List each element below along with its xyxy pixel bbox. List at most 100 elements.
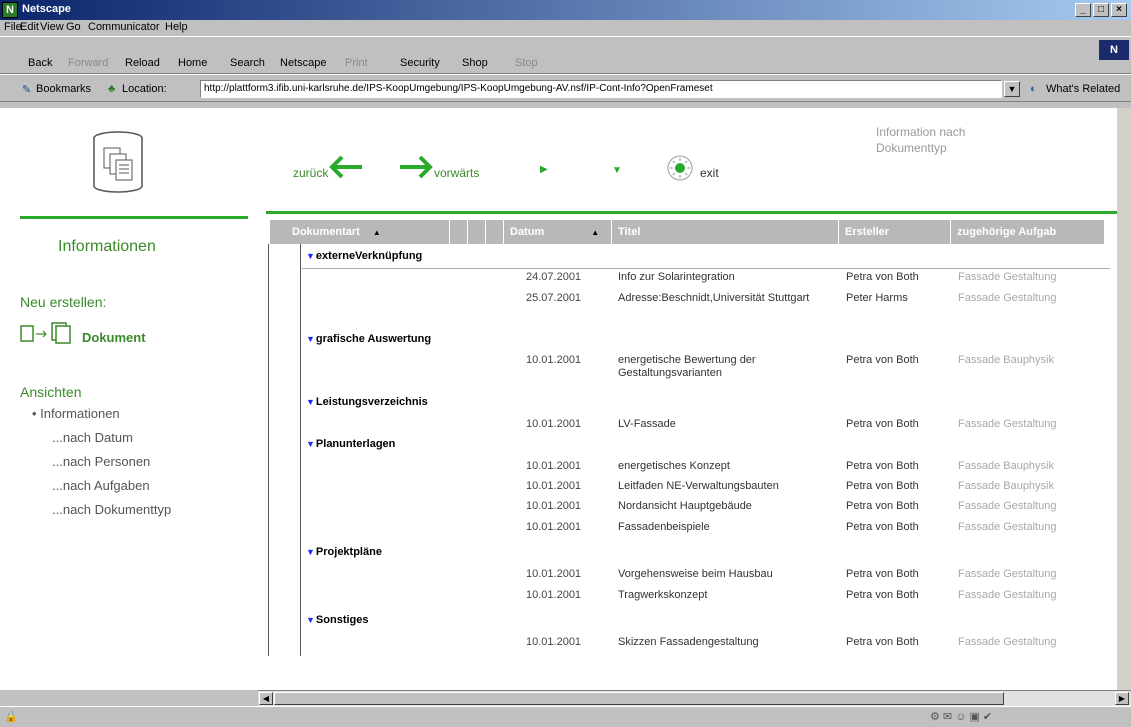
expand-triangle-icon[interactable]: ▼ bbox=[306, 615, 315, 625]
menu-go[interactable]: Go bbox=[66, 21, 81, 33]
cell-author: Peter Harms bbox=[846, 292, 908, 304]
minimize-icon[interactable]: _ bbox=[1075, 3, 1091, 17]
col-header-aufgabe[interactable]: zugehörige Aufgab bbox=[951, 220, 1105, 244]
cell-author: Petra von Both bbox=[846, 521, 919, 533]
menu-bar: File Edit View Go Communicator Help bbox=[0, 20, 1131, 36]
cell-task: Fassade Gestaltung bbox=[958, 418, 1057, 430]
stop-button[interactable]: Stop bbox=[515, 57, 538, 69]
security-button[interactable]: Security bbox=[400, 57, 440, 69]
forward-link[interactable]: vorwärts bbox=[434, 166, 479, 180]
group-header[interactable]: ▼Sonstiges bbox=[306, 614, 369, 626]
view-nach-dokumenttyp[interactable]: ...nach Dokumenttyp bbox=[52, 502, 171, 517]
col-header-ersteller[interactable]: Ersteller bbox=[839, 220, 951, 244]
bookmarks-button[interactable]: Bookmarks bbox=[36, 83, 91, 95]
sidebar-ansichten: Ansichten bbox=[20, 384, 82, 400]
view-nach-datum[interactable]: ...nach Datum bbox=[52, 430, 133, 445]
view-nach-personen[interactable]: ...nach Personen bbox=[52, 454, 150, 469]
expand-triangle-icon[interactable]: ▼ bbox=[306, 251, 315, 261]
col-header-datum[interactable]: Datum ▲ bbox=[504, 220, 612, 244]
maximize-icon[interactable]: □ bbox=[1093, 3, 1109, 17]
group-header[interactable]: ▼externeVerknüpfung bbox=[306, 250, 422, 262]
print-button[interactable]: Print bbox=[345, 57, 368, 69]
scroll-thumb[interactable] bbox=[274, 692, 1004, 705]
group-name: Sonstiges bbox=[315, 614, 369, 626]
shop-button[interactable]: Shop bbox=[462, 57, 488, 69]
expand-triangle-icon[interactable]: ▼ bbox=[306, 334, 315, 344]
netscape-button[interactable]: Netscape bbox=[280, 57, 326, 69]
search-button[interactable]: Search bbox=[230, 57, 265, 69]
status-bar: 🔒 ⚙ ✉ ☺ ▣ ✔ bbox=[0, 706, 1131, 727]
back-arrow-icon[interactable] bbox=[328, 155, 364, 179]
scroll-left-icon[interactable]: ◀ bbox=[259, 692, 273, 705]
col-header-titel[interactable]: Titel bbox=[612, 220, 839, 244]
window-title: Netscape bbox=[22, 3, 71, 15]
group-header[interactable]: ▼Projektpläne bbox=[306, 546, 382, 558]
horizontal-scrollbar[interactable]: ◀ ▶ bbox=[258, 690, 1131, 706]
cell-author: Petra von Both bbox=[846, 568, 919, 580]
cell-title[interactable]: Adresse:Beschnidt,Universität Stuttgart bbox=[618, 292, 834, 305]
expand-triangle-icon[interactable]: ▼ bbox=[306, 547, 315, 557]
expand-triangle-icon[interactable]: ▼ bbox=[306, 397, 315, 407]
home-button[interactable]: Home bbox=[178, 57, 207, 69]
cell-task: Fassade Gestaltung bbox=[958, 589, 1057, 601]
expand-triangle-icon[interactable]: ▼ bbox=[306, 439, 315, 449]
security-lock-icon[interactable]: 🔒 bbox=[4, 710, 18, 723]
cell-title[interactable]: LV-Fassade bbox=[618, 418, 834, 431]
exit-link[interactable]: exit bbox=[700, 166, 719, 180]
table-tree-line bbox=[300, 244, 301, 656]
cell-date: 10.01.2001 bbox=[526, 521, 582, 533]
group-header[interactable]: ▼Planunterlagen bbox=[306, 438, 395, 450]
cell-date: 10.01.2001 bbox=[526, 354, 582, 366]
cell-author: Petra von Both bbox=[846, 589, 919, 601]
cell-title[interactable]: Nordansicht Hauptgebäude bbox=[618, 500, 834, 513]
back-link[interactable]: zurück bbox=[293, 166, 328, 180]
cell-task: Fassade Gestaltung bbox=[958, 500, 1057, 512]
exit-icon[interactable] bbox=[666, 154, 694, 182]
cell-date: 24.07.2001 bbox=[526, 271, 582, 283]
cell-title[interactable]: energetisches Konzept bbox=[618, 460, 834, 473]
cell-title[interactable]: Fassadenbeispiele bbox=[618, 521, 834, 534]
component-bar-icon[interactable]: ⚙ ✉ ☺ ▣ ✔ bbox=[930, 710, 992, 723]
back-button[interactable]: Back bbox=[28, 57, 52, 69]
menu-communicator[interactable]: Communicator bbox=[88, 21, 160, 33]
cell-title[interactable]: Leitfaden NE-Verwaltungsbauten bbox=[618, 480, 834, 493]
group-header[interactable]: ▼grafische Auswertung bbox=[306, 333, 431, 345]
sidebar-informationen[interactable]: Informationen bbox=[58, 238, 156, 256]
menu-view[interactable]: View bbox=[40, 21, 64, 33]
url-dropdown-icon[interactable]: ▼ bbox=[1004, 81, 1020, 97]
menu-edit[interactable]: Edit bbox=[20, 21, 39, 33]
menu-help[interactable]: Help bbox=[165, 21, 188, 33]
group-header[interactable]: ▼Leistungsverzeichnis bbox=[306, 396, 428, 408]
new-document-icon[interactable] bbox=[20, 322, 74, 344]
view-informationen[interactable]: • Informationen bbox=[32, 406, 120, 421]
group-name: grafische Auswertung bbox=[315, 333, 432, 345]
url-field[interactable]: http://plattform3.ifib.uni-karlsruhe.de/… bbox=[200, 80, 1002, 98]
view-nach-aufgaben[interactable]: ...nach Aufgaben bbox=[52, 478, 150, 493]
cell-author: Petra von Both bbox=[846, 418, 919, 430]
close-icon[interactable]: × bbox=[1111, 3, 1127, 17]
new-document-link[interactable]: Dokument bbox=[82, 330, 146, 345]
forward-button[interactable]: Forward bbox=[68, 57, 108, 69]
col-header-spacer bbox=[450, 220, 468, 244]
expand-right-icon[interactable]: ▶ bbox=[540, 164, 548, 175]
forward-arrow-icon[interactable] bbox=[398, 155, 434, 179]
cell-task: Fassade Bauphysik bbox=[958, 460, 1054, 472]
collapse-down-icon[interactable]: ▼ bbox=[612, 165, 622, 176]
bookmarks-icon[interactable]: ✎ bbox=[22, 83, 31, 96]
group-name: Leistungsverzeichnis bbox=[315, 396, 428, 408]
cell-date: 10.01.2001 bbox=[526, 568, 582, 580]
whats-related-button[interactable]: What's Related bbox=[1046, 83, 1120, 95]
col-header-dokumentart[interactable]: Dokumentart ▲ bbox=[270, 220, 450, 244]
cell-title[interactable]: Skizzen Fassadengestaltung bbox=[618, 636, 834, 649]
cell-task: Fassade Bauphysik bbox=[958, 480, 1054, 492]
cell-title[interactable]: Tragwerkskonzept bbox=[618, 589, 834, 602]
location-icon: ♣ bbox=[108, 83, 116, 95]
cell-title[interactable]: Vorgehensweise beim Hausbau bbox=[618, 568, 834, 581]
vertical-scrollbar[interactable] bbox=[1117, 108, 1131, 690]
reload-button[interactable]: Reload bbox=[125, 57, 160, 69]
cell-title[interactable]: Info zur Solarintegration bbox=[618, 271, 834, 284]
cell-author: Petra von Both bbox=[846, 636, 919, 648]
scroll-right-icon[interactable]: ▶ bbox=[1115, 692, 1129, 705]
cell-date: 10.01.2001 bbox=[526, 636, 582, 648]
cell-title[interactable]: energetische Bewertung der Gestaltungsva… bbox=[618, 354, 834, 380]
